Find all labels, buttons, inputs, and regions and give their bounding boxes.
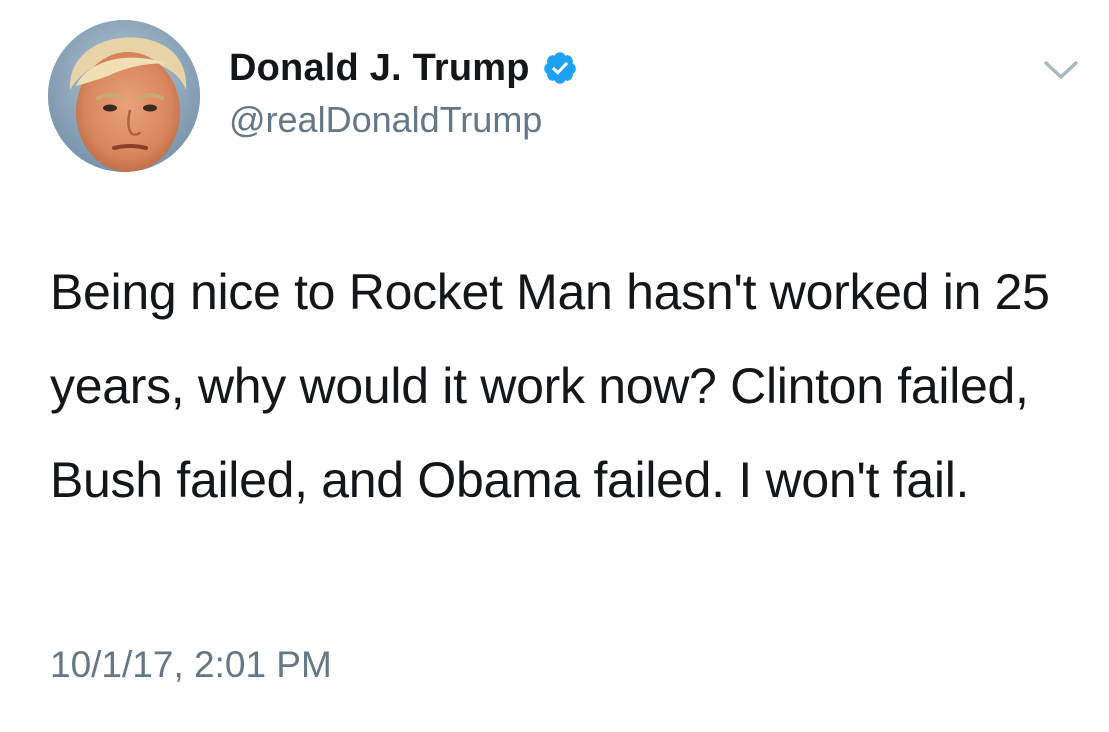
tweet-timestamp[interactable]: 10/1/17, 2:01 PM bbox=[50, 644, 332, 686]
author-handle[interactable]: @realDonaldTrump bbox=[229, 99, 542, 141]
verified-badge-icon bbox=[542, 50, 578, 86]
tweet-text: Being nice to Rocket Man hasn't worked i… bbox=[50, 264, 1050, 508]
tweet-card: Donald J. Trump @realDonaldTrump Being n… bbox=[0, 0, 1109, 732]
avatar[interactable] bbox=[48, 20, 200, 172]
chevron-down-icon[interactable] bbox=[1040, 56, 1082, 84]
author-name-row[interactable]: Donald J. Trump bbox=[229, 44, 578, 92]
author-display-name[interactable]: Donald J. Trump bbox=[229, 47, 530, 90]
avatar-image bbox=[48, 20, 200, 172]
